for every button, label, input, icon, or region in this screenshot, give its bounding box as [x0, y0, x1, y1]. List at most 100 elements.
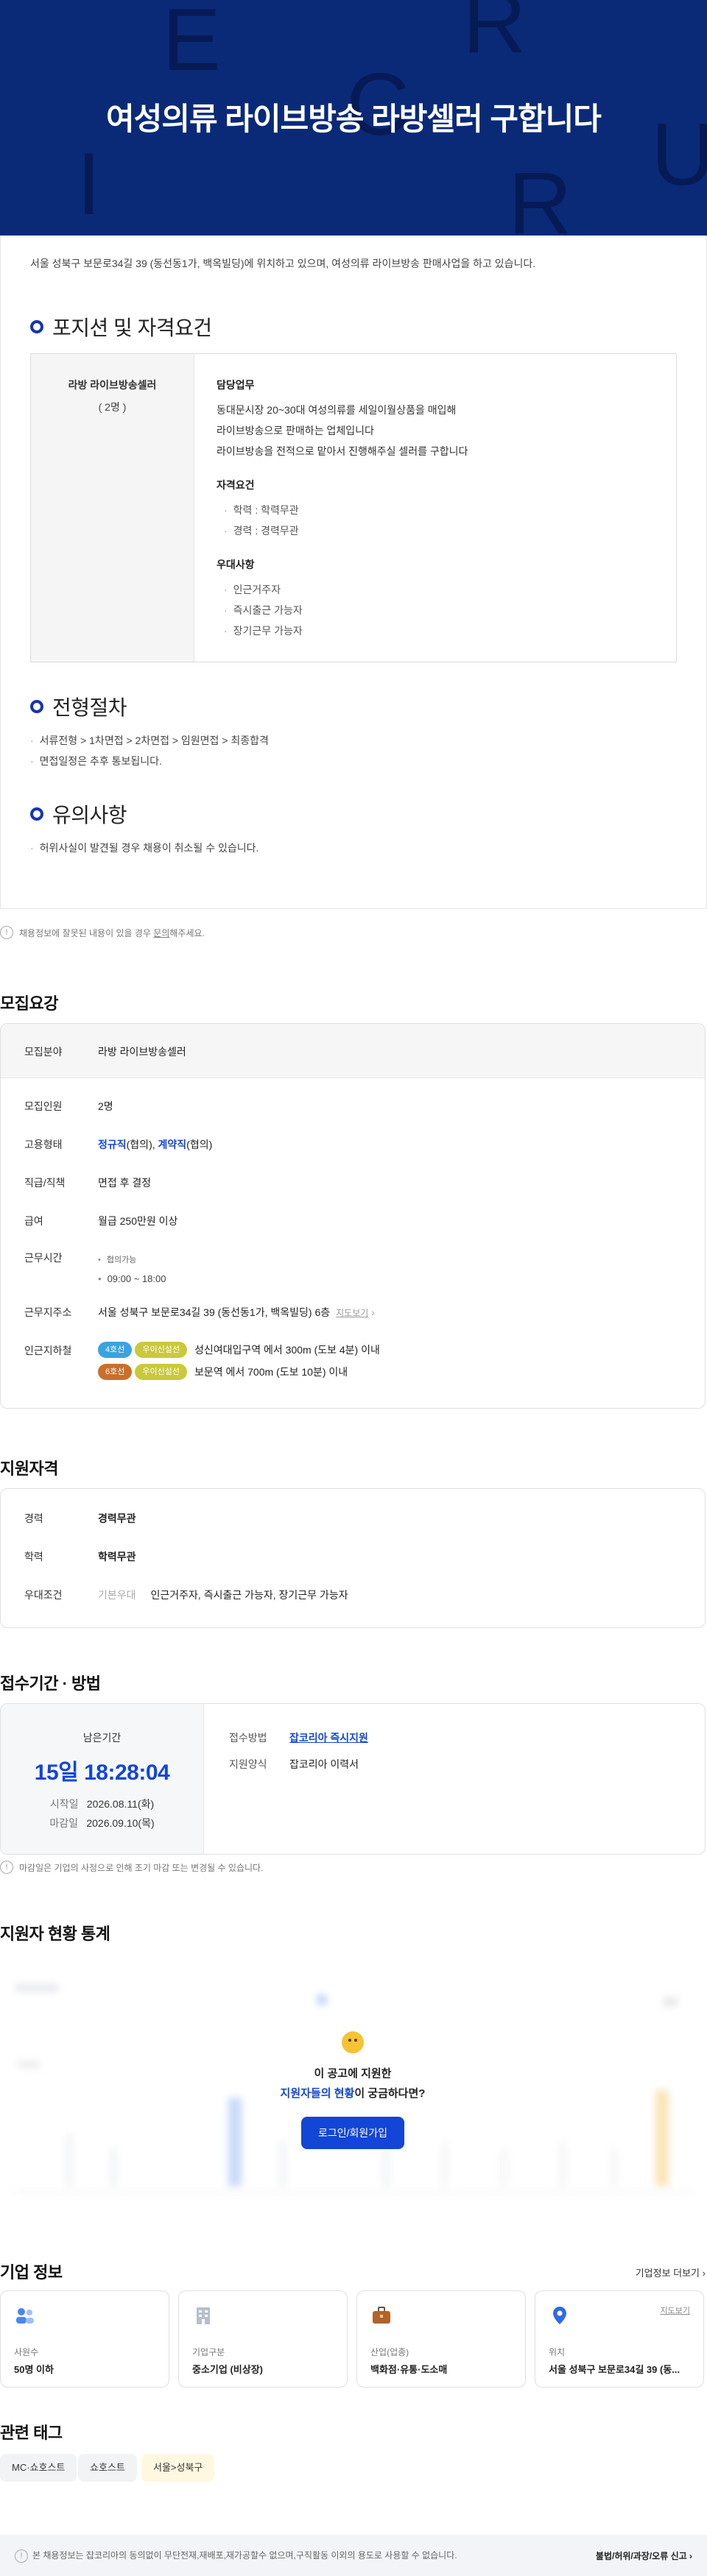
company-card-value: 서울 성북구 보문로34길 39 (동... [549, 2364, 680, 2375]
banner-ghost-letter: R [462, 0, 527, 71]
apply-now-link[interactable]: 잡코리아 즉시지원 [289, 1730, 368, 1745]
process-item: 서류전형 > 1차면접 > 2차면접 > 임원면접 > 최종합격 [30, 730, 269, 751]
recruit-summary-table: 모집분야 라방 라이브방송셀러 모집인원 2명 고용형태 정규직(협의), 계약… [0, 1023, 706, 1409]
company-card-label: 기업구분 [192, 2347, 225, 2357]
report-notice-text: 채용정보에 잘못된 내용이 있을 경우 [19, 927, 154, 938]
form-value: 잡코리아 이력서 [289, 1758, 359, 1770]
ring-bullet-icon [30, 807, 43, 821]
type-label: 고용형태 [24, 1139, 63, 1150]
method-label: 접수방법 [229, 1732, 267, 1744]
stats-prompt-highlight: 지원자들의 현황 [280, 2087, 355, 2100]
qualification-heading: 지원자격 [0, 1459, 58, 1478]
hours-item: 협의가능 [98, 1250, 166, 1270]
company-more-link[interactable]: 기업정보 더보기 › [636, 2265, 706, 2279]
chevron-right-icon: › [371, 1306, 375, 1318]
login-signup-button[interactable]: 로그인/회원가입 [301, 2117, 404, 2149]
addr-text: 서울 성북구 보문로34길 39 (동선동1가, 백옥빌딩) 6층 [98, 1306, 331, 1318]
report-inquiry-link[interactable]: 문의 [153, 928, 169, 938]
type-value: 정규직(협의), 계약직(협의) [98, 1137, 212, 1152]
application-period-box: 남은기간 15일 18:28:04 시작일 2026.08.11(화) 마감일 … [0, 1703, 706, 1855]
stats-prompt-line2: 지원자들의 현황이 궁금하다면? [0, 2085, 706, 2101]
duty-line: 라이브방송으로 판매하는 업체입니다 [217, 425, 374, 436]
company-card-label: 사원수 [14, 2347, 39, 2357]
tags-heading: 관련 태그 [0, 2424, 63, 2442]
caution-section-title: 유의사항 [30, 799, 127, 829]
report-notice-suffix: 해주세요. [169, 927, 205, 938]
hours-item: 09:00 ~ 18:00 [98, 1270, 166, 1289]
count-label: 모집인원 [24, 1100, 63, 1112]
pref-label: 우대조건 [24, 1589, 63, 1601]
building-icon [197, 2307, 210, 2324]
pref-item: 장기근무 가능자 [217, 620, 658, 641]
stats-heading: 지원자 현황 통계 [0, 1925, 110, 1943]
header-banner: E R C I R U 여성의류 라이브방송 라방셀러 구합니다 [0, 0, 707, 236]
type-contract: 계약직 [158, 1139, 187, 1150]
company-card-value: 중소기업 (비상장) [192, 2364, 263, 2375]
company-card-value: 50명 이하 [14, 2364, 54, 2375]
countdown-timer: 15일 18:28:04 [34, 1761, 170, 1785]
banner-ghost-letter: E [162, 0, 222, 89]
login-prompt-overlay: 이 공고에 지원한 지원자들의 현황이 궁금하다면? 로그인/회원가입 [0, 1965, 706, 2201]
people-icon [16, 2308, 34, 2324]
remaining-time-panel: 남은기간 15일 18:28:04 시작일 2026.08.11(화) 마감일 … [1, 1704, 204, 1854]
hours-label: 근무시간 [24, 1252, 63, 1264]
report-notice: ! 채용정보에 잘못된 내용이 있을 경우 문의해주세요. [0, 926, 205, 939]
banner-title: 여성의류 라이브방송 라방셀러 구합니다 [106, 102, 602, 136]
stats-prompt-rest: 이 궁금하다면? [354, 2087, 426, 2100]
info-icon: ! [15, 2549, 28, 2563]
pref-item: 인근거주자 [217, 579, 658, 600]
rank-value: 면접 후 결정 [98, 1177, 152, 1189]
thinking-face-icon [342, 2031, 364, 2053]
company-more-label: 기업정보 더보기 [635, 2268, 700, 2279]
company-map-link[interactable]: 지도보기 [661, 2304, 690, 2316]
qual-item: 학력 : 학력무관 [217, 500, 658, 520]
field-value: 라방 라이브방송셀러 [98, 1046, 186, 1058]
tag-chip[interactable]: MC·쇼호스트 [0, 2454, 77, 2482]
tag-chip[interactable]: 서울>성북구 [141, 2454, 215, 2482]
pref-value: 기본우대 인근거주자, 즉시출근 가능자, 장기근무 가능자 [98, 1588, 348, 1602]
company-card-industry: 산업(업종) 백화점·유통·도소매 [356, 2290, 526, 2388]
company-heading: 기업 정보 [0, 2263, 63, 2282]
start-label: 시작일 [49, 1798, 79, 1810]
subway-label: 인근지하철 [24, 1345, 72, 1356]
company-card-label: 위치 [549, 2347, 566, 2357]
pref-text: 인근거주자, 즉시출근 가능자, 장기근무 가능자 [150, 1589, 348, 1601]
location-pin-icon [553, 2307, 566, 2324]
ring-bullet-icon [30, 320, 43, 333]
company-intro: 서울 성북구 보문로34길 39 (동선동1가, 백옥빌딩)에 위치하고 있으며… [30, 258, 536, 269]
type-contract-note: (협의) [186, 1139, 213, 1150]
ring-bullet-icon [30, 700, 43, 713]
start-value: 2026.08.11(화) [86, 1798, 155, 1810]
position-section-title: 포지션 및 자격요건 [30, 312, 212, 342]
job-posting-page: E R C I R U 여성의류 라이브방송 라방셀러 구합니다 서울 성북구 … [0, 0, 707, 2576]
process-item: 면접일정은 추후 통보됩니다. [30, 751, 162, 771]
end-label: 마감일 [49, 1817, 78, 1829]
deadline-notice-text: 마감일은 기업의 사정으로 인해 조기 마감 또는 변경될 수 있습니다. [19, 1862, 264, 1873]
position-table: 라방 라이브방송셀러 ( 2명 ) 담당업무 동대문시장 20~30대 여성의류… [30, 353, 677, 662]
job-detail-card: 서울 성북구 보문로34길 39 (동선동1가, 백옥빌딩)에 위치하고 있으며… [0, 236, 707, 909]
period-heading: 접수기간 · 방법 [0, 1674, 101, 1693]
chevron-right-icon: › [702, 2268, 706, 2279]
qual-item: 경력 : 경력무관 [217, 520, 658, 541]
tag-chip[interactable]: 쇼호스트 [78, 2454, 137, 2482]
company-card-type: 기업구분 중소기업 (비상장) [178, 2290, 348, 2388]
banner-ghost-letter: I [77, 135, 102, 233]
company-card-value: 백화점·유통·도소매 [370, 2364, 448, 2375]
count-value: 2명 [98, 1100, 113, 1112]
edu-value: 학력무관 [98, 1551, 136, 1563]
pref-heading: 우대사항 [217, 559, 255, 570]
report-link[interactable]: 불법/허위/과장/오류 신고 › [596, 2550, 692, 2562]
position-name-cell: 라방 라이브방송셀러 ( 2명 ) [31, 354, 194, 662]
info-icon: ! [0, 926, 13, 939]
exp-label: 경력 [24, 1512, 43, 1524]
subway-text: 보문역 에서 700m (도보 10분) 이내 [194, 1366, 348, 1378]
exp-value: 경력무관 [98, 1512, 136, 1524]
end-value: 2026.09.10(목) [86, 1817, 155, 1829]
remain-label: 남은기간 [82, 1732, 122, 1744]
deadline-notice: ! 마감일은 기업의 사정으로 인해 조기 마감 또는 변경될 수 있습니다. [0, 1861, 263, 1874]
pay-value: 월급 250만원 이상 [98, 1215, 178, 1227]
subway-line-badge: 6호선 [98, 1364, 133, 1380]
pref-item: 즉시출근 가능자 [217, 600, 658, 620]
map-link[interactable]: 지도보기 [336, 1308, 368, 1318]
footer-notice: ! 본 채용정보는 잡코리아의 동의없이 무단전재,재배포,재가공할수 없으며,구… [15, 2549, 457, 2563]
